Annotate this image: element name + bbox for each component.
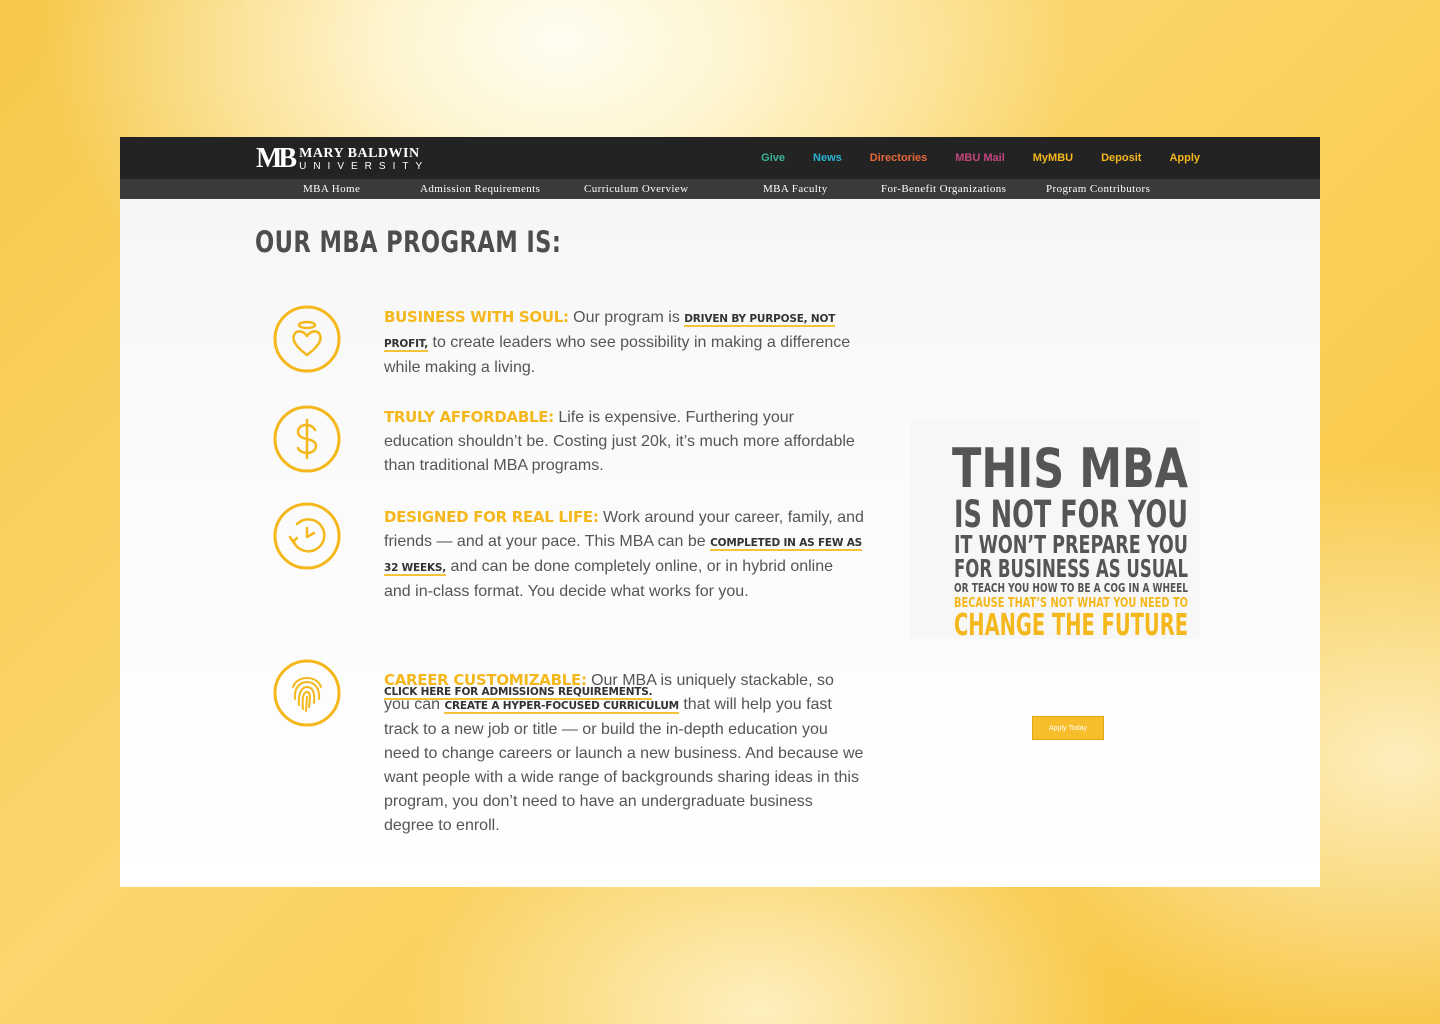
top-header: MB MARY BALDWIN UNIVERSITY Give News Dir…: [120, 137, 1320, 179]
mbu-mail-link[interactable]: MBU Mail: [955, 152, 1005, 164]
feature-text: that will help you fast track to a new j…: [384, 696, 864, 834]
apply-today-button[interactable]: Apply Today: [1032, 716, 1104, 740]
feature-text: Our program is: [568, 309, 685, 326]
deposit-link[interactable]: Deposit: [1101, 152, 1141, 164]
heart-halo-icon: [273, 305, 341, 373]
logo-subtitle: UNIVERSITY: [299, 160, 430, 172]
mymbu-link[interactable]: MyMBU: [1033, 152, 1073, 164]
feature-title: BUSINESS WITH SOUL:: [384, 308, 569, 326]
subnav-curriculum-overview[interactable]: Curriculum Overview: [584, 183, 688, 195]
fingerprint-icon: [273, 659, 341, 727]
feature-business-with-soul: BUSINESS WITH SOUL: Our program is DRIVE…: [384, 305, 864, 380]
feature-text: and can be done completely online, or in…: [384, 558, 834, 600]
subnav-mba-faculty[interactable]: MBA Faculty: [763, 183, 828, 195]
feature-text: to create leaders who see possibility in…: [384, 334, 851, 376]
poster-line5: OR TEACH YOU HOW TO BE A COG IN A WHEEL: [954, 581, 1188, 595]
subnav-program-contributors[interactable]: Program Contributors: [1046, 183, 1150, 195]
give-link[interactable]: Give: [761, 152, 785, 164]
university-logo[interactable]: MB MARY BALDWIN UNIVERSITY: [256, 145, 429, 173]
mba-poster: THIS MBA IS NOT FOR YOU IT WON’T PREPARE…: [910, 419, 1200, 643]
directories-link[interactable]: Directories: [870, 152, 927, 164]
feature-designed-for-real-life: DESIGNED FOR REAL LIFE: Work around your…: [384, 505, 864, 604]
browser-page: MB MARY BALDWIN UNIVERSITY Give News Dir…: [120, 137, 1320, 887]
main-content: OUR MBA PROGRAM IS: BUSINESS WITH SOUL: …: [120, 199, 1320, 887]
logo-name: MARY BALDWIN: [299, 145, 420, 161]
subnav-mba-home[interactable]: MBA Home: [303, 183, 360, 195]
poster-line7: CHANGE THE FUTURE: [954, 608, 1188, 639]
poster-line4: FOR BUSINESS AS USUAL: [954, 554, 1188, 583]
feature-career-customizable: CAREER CUSTOMIZABLE: Our MBA is uniquely…: [384, 668, 864, 838]
poster-line1: THIS MBA: [952, 437, 1188, 500]
feature-title: TRULY AFFORDABLE:: [384, 408, 554, 426]
subnav-for-benefit-organizations[interactable]: For-Benefit Organizations: [881, 183, 1006, 195]
sub-navigation: MBA Home Admission Requirements Curricul…: [120, 179, 1320, 199]
news-link[interactable]: News: [813, 152, 842, 164]
clock-icon: [273, 502, 341, 570]
apply-link[interactable]: Apply: [1169, 152, 1200, 164]
feature-title: CAREER CUSTOMIZABLE:: [384, 671, 587, 689]
curriculum-link[interactable]: CREATE A HYPER-FOCUSED CURRICULUM: [444, 700, 679, 714]
utility-nav: Give News Directories MBU Mail MyMBU Dep…: [761, 152, 1200, 164]
feature-title: DESIGNED FOR REAL LIFE:: [384, 508, 599, 526]
page-title: OUR MBA PROGRAM IS:: [255, 225, 562, 259]
logo-mark: MB: [256, 143, 297, 174]
dollar-icon: [273, 405, 341, 473]
feature-truly-affordable: TRULY AFFORDABLE: Life is expensive. Fur…: [384, 405, 864, 478]
subnav-admission-requirements[interactable]: Admission Requirements: [420, 183, 540, 195]
